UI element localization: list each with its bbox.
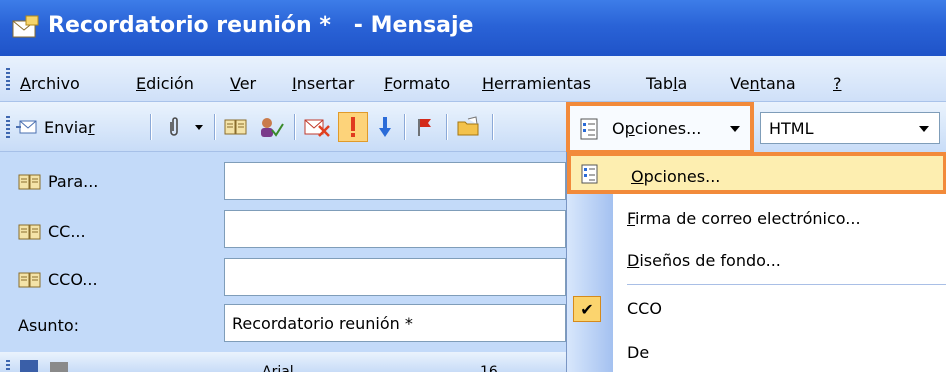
- menu-item-de[interactable]: De: [567, 332, 946, 372]
- formatting-toolbar: Arial 16: [0, 352, 566, 372]
- print-icon[interactable]: [50, 362, 68, 372]
- menu-item-firma[interactable]: Firma de correo electrónico...: [567, 198, 946, 240]
- bcc-button[interactable]: CCO...: [18, 270, 98, 289]
- attach-button[interactable]: [162, 114, 186, 140]
- low-importance-button[interactable]: [372, 114, 398, 140]
- menu-tabla[interactable]: Tabla: [646, 74, 687, 93]
- menu-bar: Archivo Edición Ver Insertar Formato Her…: [0, 56, 946, 102]
- flag-icon: [418, 119, 431, 136]
- options-icon: [581, 164, 599, 188]
- down-arrow-icon: [379, 117, 391, 137]
- menu-archivo[interactable]: Archivo: [20, 74, 80, 93]
- address-book-icon: [18, 224, 41, 239]
- menu-edicion[interactable]: Edición: [136, 74, 194, 93]
- address-book-icon: [18, 272, 41, 287]
- send-button[interactable]: Enviar: [16, 114, 142, 140]
- to-field[interactable]: [224, 162, 566, 200]
- send-icon: [16, 120, 37, 134]
- font-size-select[interactable]: 16: [480, 364, 498, 372]
- follow-up-flag-button[interactable]: [412, 114, 438, 140]
- options-toolbar: Opciones... HTML: [566, 102, 946, 154]
- exclamation-icon: [351, 117, 355, 137]
- message-format-select[interactable]: HTML: [760, 112, 940, 144]
- subject-field[interactable]: Recordatorio reunión *: [224, 304, 566, 342]
- save-icon[interactable]: [20, 360, 38, 372]
- attach-dropdown-button[interactable]: [190, 114, 208, 140]
- check-names-button[interactable]: [256, 114, 286, 140]
- menu-item-cco[interactable]: ✔ CCO: [567, 288, 946, 330]
- importance-button[interactable]: [302, 114, 332, 140]
- open-folder-icon: [457, 116, 479, 136]
- menu-ventana[interactable]: Ventana: [730, 74, 796, 93]
- options-folder-button[interactable]: [454, 114, 484, 140]
- menu-formato[interactable]: Formato: [384, 74, 450, 93]
- chevron-down-icon: [919, 126, 929, 132]
- title-bar[interactable]: Recordatorio reunión * - Mensaje: [0, 0, 946, 56]
- subject-label: Asunto:: [18, 316, 80, 335]
- font-name-select[interactable]: Arial: [262, 364, 294, 372]
- menu-herramientas[interactable]: Herramientas: [482, 74, 591, 93]
- address-book-icon: [224, 119, 247, 135]
- envelope-icon: [12, 15, 40, 45]
- menu-ayuda[interactable]: ?: [833, 74, 842, 93]
- options-button[interactable]: Opciones...: [566, 102, 754, 154]
- cc-field[interactable]: [224, 210, 566, 248]
- window-title: Recordatorio reunión * - Mensaje: [48, 13, 474, 38]
- menu-grip[interactable]: [6, 68, 10, 90]
- toolbar-grip[interactable]: [6, 116, 10, 138]
- chevron-down-icon: [730, 126, 740, 132]
- importance-icon: [304, 119, 330, 137]
- menu-insertar[interactable]: Insertar: [292, 74, 354, 93]
- to-button[interactable]: Para...: [18, 172, 98, 191]
- checkmark-icon: ✔: [573, 296, 601, 322]
- high-importance-button[interactable]: [338, 112, 368, 142]
- address-book-icon: [18, 174, 41, 189]
- check-names-icon: [261, 118, 284, 137]
- cc-button[interactable]: CC...: [18, 222, 86, 241]
- menu-item-disenos[interactable]: Diseños de fondo...: [567, 240, 946, 282]
- message-toolbar: Enviar: [0, 102, 566, 152]
- paperclip-icon: [170, 117, 178, 136]
- options-icon: [580, 118, 600, 144]
- menu-ver[interactable]: Ver: [230, 74, 256, 93]
- menu-item-opciones[interactable]: Opciones...: [567, 152, 946, 194]
- options-menu: Opciones... Firma de correo electrónico.…: [566, 152, 946, 372]
- bcc-field[interactable]: [224, 258, 566, 296]
- message-header-form: Para... CC... CCO... Asunto: Recordatori…: [0, 152, 566, 352]
- address-book-button[interactable]: [222, 114, 250, 140]
